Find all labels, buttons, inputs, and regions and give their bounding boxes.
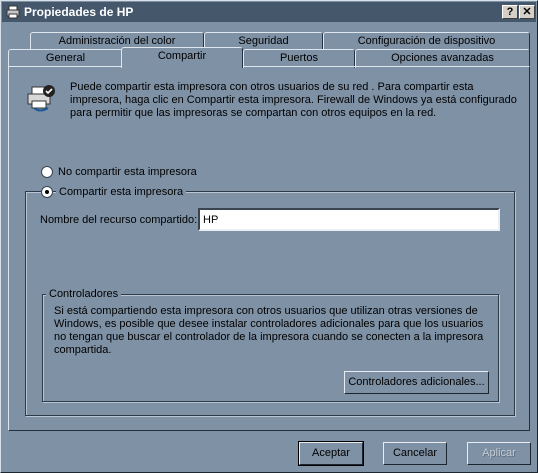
shared-printer-icon xyxy=(26,84,56,112)
ok-button[interactable]: Aceptar xyxy=(298,441,364,466)
window-title: Propiedades de HP xyxy=(24,5,134,19)
close-button[interactable]: ✕ xyxy=(519,5,535,19)
tab-compartir[interactable]: Compartir xyxy=(121,47,243,68)
printer-icon xyxy=(6,5,20,19)
properties-window: Propiedades de HP ? ✕ Administración del… xyxy=(0,0,538,473)
additional-drivers-button[interactable]: Controladores adicionales... xyxy=(344,371,489,394)
drivers-description: Si está compartiendo esta impresora con … xyxy=(54,305,484,356)
share-name-label: Nombre del recurso compartido: xyxy=(40,214,198,226)
share-label[interactable]: Compartir esta impresora xyxy=(56,186,187,198)
sharing-info-text: Puede compartir esta impresora con otros… xyxy=(70,81,517,119)
help-button[interactable]: ? xyxy=(502,5,518,19)
drivers-group-label: Controladores xyxy=(46,288,122,300)
cancel-button[interactable]: Cancelar xyxy=(383,442,447,465)
tab-panel: Puede compartir esta impresora con otros… xyxy=(8,66,530,431)
share-radio[interactable] xyxy=(41,186,53,198)
no-share-radio[interactable] xyxy=(41,166,53,178)
share-name-input[interactable] xyxy=(198,208,500,231)
apply-button[interactable]: Aplicar xyxy=(467,442,531,465)
no-share-label[interactable]: No compartir esta impresora xyxy=(58,166,197,178)
title-bar[interactable]: Propiedades de HP ? ✕ xyxy=(2,2,536,22)
